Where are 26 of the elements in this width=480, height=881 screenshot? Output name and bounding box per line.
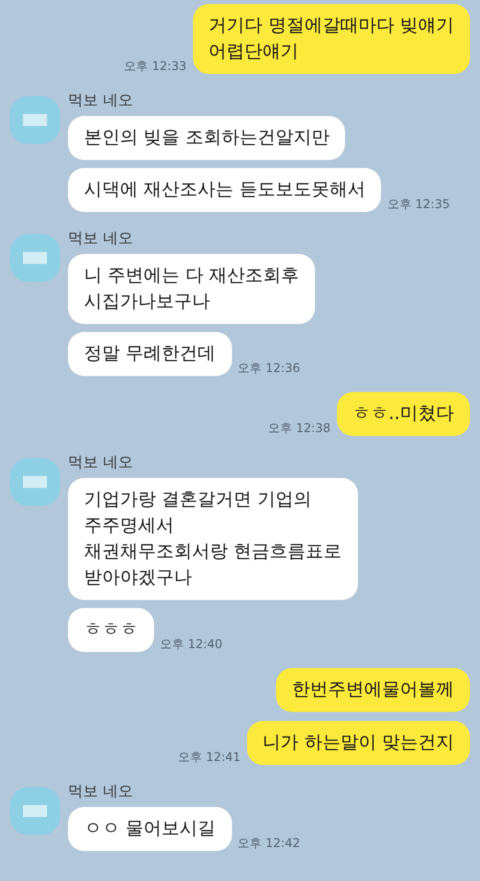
sender-name: 먹보 네오 [68, 228, 133, 248]
message-bubble: 정말 무례한건데 [68, 332, 232, 376]
message-time: 오후 12:36 [238, 360, 300, 376]
message-time: 오후 12:35 [387, 196, 450, 212]
message-bubble: ㅇㅇ 물어보시길 [68, 807, 232, 851]
sender-name: 먹보 네오 [68, 90, 133, 110]
message-time: 오후 12:40 [160, 636, 222, 652]
message-bubble: 니 주변에는 다 재산조회후 시집가나보구나 [68, 254, 316, 324]
avatar-icon[interactable] [10, 234, 60, 282]
sender-name: 먹보 네오 [68, 452, 133, 472]
message-bubble: 거기다 명절에갈때마다 빚얘기 어렵단얘기 [192, 4, 470, 74]
avatar-icon[interactable] [10, 458, 60, 506]
message-bubble: 시댁에 재산조사는 듣도보도못해서 [68, 168, 382, 212]
sender-name: 먹보 네오 [68, 781, 133, 801]
message-time: 오후 12:38 [268, 420, 331, 436]
message-bubble: 니가 하는말이 맞는건지 [246, 721, 470, 765]
message-time: 오후 12:42 [238, 835, 300, 851]
message-bubble: 한번주변에물어볼께 [276, 668, 470, 712]
message-time: 오후 12:41 [178, 749, 241, 765]
avatar-icon[interactable] [10, 787, 60, 835]
message-bubble: 본인의 빚을 조회하는건알지만 [68, 116, 346, 160]
message-bubble: ㅎㅎ..미쳤다 [336, 392, 470, 436]
avatar-icon[interactable] [10, 96, 60, 144]
message-bubble: 기업가랑 결혼갈거면 기업의 주주명세서 채권채무조회서랑 현금흐름표로 받아야겠구나 [68, 478, 358, 600]
message-time: 오후 12:33 [124, 58, 187, 74]
message-bubble: ㅎㅎㅎ [68, 608, 154, 652]
